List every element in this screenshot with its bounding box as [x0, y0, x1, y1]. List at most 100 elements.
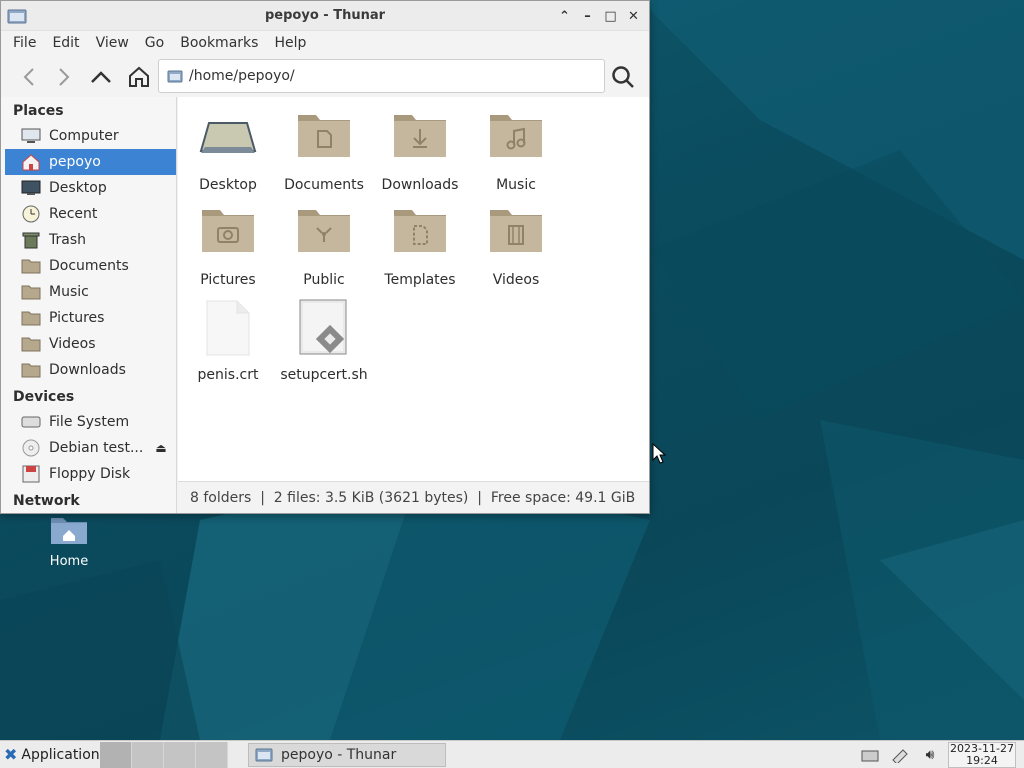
- file-item-music[interactable]: Music: [468, 109, 564, 193]
- file-item-templates[interactable]: Templates: [372, 204, 468, 288]
- menu-file[interactable]: File: [5, 35, 44, 51]
- blank-file-icon: [199, 299, 257, 356]
- file-view[interactable]: Desktop Documents Downloads Music Pictur…: [178, 97, 649, 481]
- file-label: Desktop: [199, 177, 257, 193]
- desktop-home-label: Home: [49, 554, 89, 569]
- task-label: pepoyo - Thunar: [281, 747, 397, 763]
- file-item-videos[interactable]: Videos: [468, 204, 564, 288]
- menu-go[interactable]: Go: [137, 35, 172, 51]
- sidebar-item-documents[interactable]: Documents: [1, 253, 176, 279]
- mouse-cursor-icon: [652, 443, 666, 464]
- menu-bookmarks[interactable]: Bookmarks: [172, 35, 266, 51]
- file-label: Videos: [492, 272, 540, 288]
- power-plug-icon[interactable]: [890, 745, 910, 765]
- file-item-setupcert-sh[interactable]: setupcert.sh: [276, 299, 372, 383]
- sidebar-item-pepoyo[interactable]: pepoyo: [5, 149, 176, 175]
- thunar-task-icon: [255, 748, 273, 762]
- back-button[interactable]: [15, 63, 43, 91]
- sidebar-label-file-system: File System: [49, 414, 130, 430]
- sidebar-item-desktop[interactable]: Desktop: [1, 175, 176, 201]
- location-bar[interactable]: /home/pepoyo/: [158, 59, 605, 93]
- downloads-folder-icon: [21, 361, 41, 379]
- menu-view[interactable]: View: [88, 35, 137, 51]
- sidebar-item-trash[interactable]: Trash: [1, 227, 176, 253]
- status-bar: 8 folders | 2 files: 3.5 KiB (3621 bytes…: [178, 481, 649, 513]
- file-item-downloads[interactable]: Downloads: [372, 109, 468, 193]
- sidebar-label-documents: Documents: [49, 258, 129, 274]
- desktop-icon: [21, 179, 41, 197]
- forward-button[interactable]: [50, 63, 78, 91]
- file-item-documents[interactable]: Documents: [276, 109, 372, 193]
- search-button[interactable]: [609, 63, 637, 91]
- sidebar-item-computer[interactable]: Computer: [1, 123, 176, 149]
- videos-folder-icon: [21, 335, 41, 353]
- toolbar: /home/pepoyo/: [1, 55, 649, 99]
- home-icon: [21, 153, 41, 171]
- harddisk-icon: [21, 413, 41, 431]
- menu-bar: File Edit View Go Bookmarks Help: [1, 31, 649, 55]
- parent-folder-button[interactable]: [87, 63, 115, 91]
- sidebar-item-music[interactable]: Music: [1, 279, 176, 305]
- file-label: Documents: [284, 177, 364, 193]
- file-label: Music: [496, 177, 536, 193]
- desktop-icon: [199, 109, 257, 163]
- pictures-folder-icon: [21, 309, 41, 327]
- file-item-public[interactable]: Public: [276, 204, 372, 288]
- home-button[interactable]: [125, 63, 153, 91]
- clock[interactable]: 2023-11-27 19:24: [948, 742, 1016, 768]
- title-bar[interactable]: pepoyo - Thunar ⌃ – □ ✕: [1, 1, 649, 31]
- desktop-home-icon[interactable]: Home: [36, 512, 102, 569]
- workspace-4[interactable]: [196, 741, 228, 768]
- network-icon[interactable]: [860, 745, 880, 765]
- clock-time: 19:24: [966, 754, 998, 767]
- sidebar-label-computer: Computer: [49, 128, 119, 144]
- sidebar-item-floppy[interactable]: Floppy Disk: [1, 461, 176, 487]
- location-path: /home/pepoyo/: [189, 68, 295, 84]
- eject-icon[interactable]: ⏏: [155, 441, 166, 455]
- home-folder-icon: [49, 512, 89, 546]
- menu-help[interactable]: Help: [266, 35, 314, 51]
- sidebar-label-videos: Videos: [49, 336, 96, 352]
- sidebar-item-pictures[interactable]: Pictures: [1, 305, 176, 331]
- xfce-logo-icon: ✖: [4, 745, 18, 764]
- applications-label: Applications: [21, 746, 107, 763]
- taskbar-window-thunar[interactable]: pepoyo - Thunar: [248, 743, 446, 767]
- sidebar-item-file-system[interactable]: File System: [1, 409, 176, 435]
- sidebar-label-pepoyo: pepoyo: [49, 154, 101, 170]
- sidebar-label-desktop: Desktop: [49, 180, 107, 196]
- sidebar-item-recent[interactable]: Recent: [1, 201, 176, 227]
- file-label: Pictures: [200, 272, 256, 288]
- pictures-folder-icon: [199, 204, 257, 258]
- sidebar-item-debian-testing[interactable]: Debian test... ⏏: [1, 435, 176, 461]
- sidebar-item-downloads[interactable]: Downloads: [1, 357, 176, 383]
- home-icon: [129, 66, 149, 87]
- workspace-3[interactable]: [164, 741, 196, 768]
- optical-disc-icon: [21, 439, 41, 457]
- file-item-penis-crt[interactable]: penis.crt: [180, 299, 276, 383]
- file-item-pictures[interactable]: Pictures: [180, 204, 276, 288]
- floppy-icon: [21, 465, 41, 483]
- videos-folder-icon: [487, 204, 545, 258]
- close-button[interactable]: ✕: [626, 7, 641, 25]
- sidebar-item-videos[interactable]: Videos: [1, 331, 176, 357]
- file-label: Public: [303, 272, 345, 288]
- workspace-1[interactable]: [100, 741, 132, 768]
- devices-heading: Devices: [13, 389, 75, 405]
- workspace-2[interactable]: [132, 741, 164, 768]
- computer-icon: [21, 127, 41, 145]
- shade-button[interactable]: ⌃: [557, 7, 572, 25]
- menu-edit[interactable]: Edit: [44, 35, 87, 51]
- sidebar-label-recent: Recent: [49, 206, 98, 222]
- maximize-button[interactable]: □: [603, 7, 618, 25]
- applications-menu-button[interactable]: ✖ Applications: [0, 745, 107, 764]
- network-heading: Network: [13, 493, 80, 509]
- file-label: setupcert.sh: [280, 367, 368, 383]
- sidebar-label-downloads: Downloads: [49, 362, 126, 378]
- documents-folder-icon: [295, 109, 353, 163]
- minimize-button[interactable]: –: [580, 7, 595, 25]
- file-item-desktop[interactable]: Desktop: [180, 109, 276, 193]
- sidebar-label-trash: Trash: [49, 232, 86, 248]
- templates-folder-icon: [391, 204, 449, 258]
- sidebar-label-floppy: Floppy Disk: [49, 466, 131, 482]
- volume-icon[interactable]: 🔊︎: [920, 745, 940, 765]
